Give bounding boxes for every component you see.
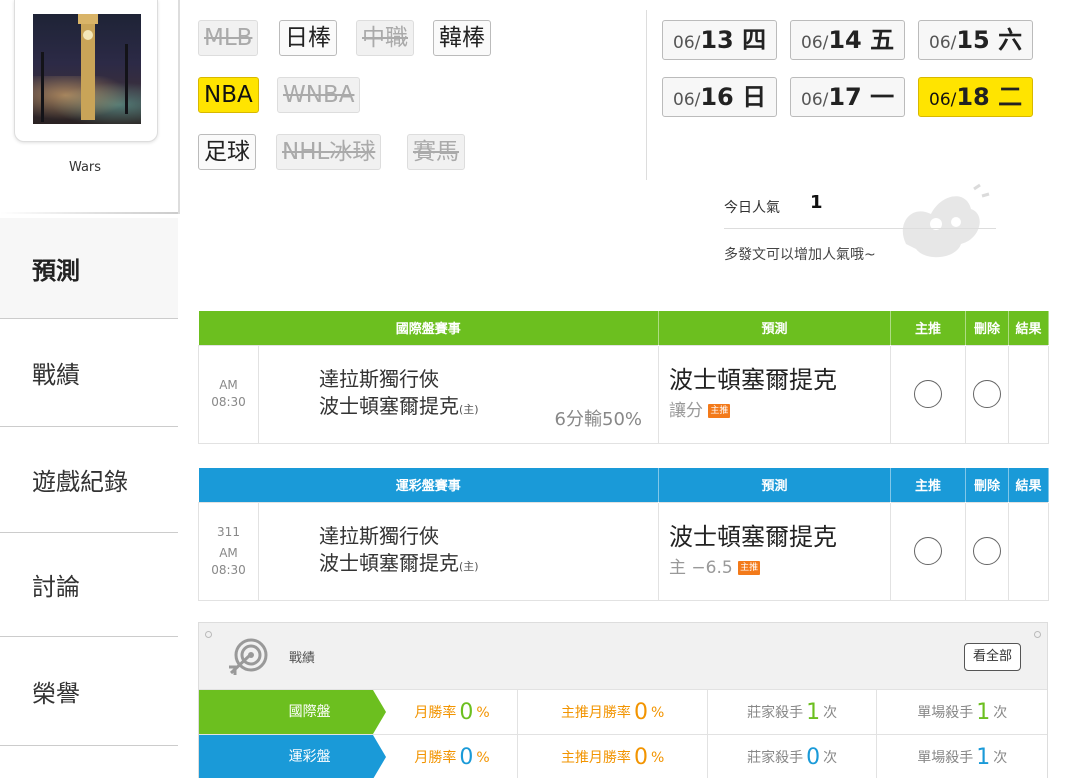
- avatar-card[interactable]: [14, 0, 158, 142]
- single-game-killer: 單場殺手 1 次: [917, 745, 1008, 770]
- main-pick-badge: 主推: [708, 404, 731, 418]
- result-cell: [1008, 501, 1050, 601]
- nav-item-honor[interactable]: 榮譽: [0, 636, 178, 746]
- popularity-divider: [724, 228, 996, 229]
- popularity-value: 1: [810, 192, 823, 213]
- sidebar: Wars 預測 戰績 遊戲紀錄 討論 榮譽: [0, 0, 178, 778]
- nav-item-history[interactable]: 遊戲紀錄: [0, 426, 178, 532]
- league-tag-mlb: MLB: [198, 20, 259, 56]
- nav-item-predict[interactable]: 預測: [0, 218, 178, 318]
- odds-text: 6分輸50%: [554, 408, 643, 430]
- header-prediction: 預測: [658, 311, 892, 345]
- league-tag-nba[interactable]: NBA: [198, 77, 259, 113]
- prediction-cell: 波士頓塞爾提克 主 −6.5 主推: [658, 501, 892, 601]
- view-all-button[interactable]: 看全部: [963, 643, 1021, 671]
- main-pick-cell: [890, 501, 967, 601]
- record-row-label: 國際盤: [199, 690, 386, 734]
- single-game-killer: 單場殺手 1 次: [917, 700, 1008, 725]
- nav-item-discuss[interactable]: 討論: [0, 532, 178, 636]
- header-prediction: 預測: [658, 468, 892, 502]
- main-pick-cell: [890, 344, 967, 444]
- league-tag-soccer[interactable]: 足球: [198, 134, 256, 170]
- record-row-intl: 國際盤 月勝率 0% 主推月勝率 0% 莊家殺手 1 次 單場殺手 1 次: [199, 689, 1047, 734]
- intl-table-header: 國際盤賽事 預測 主推 刪除 結果: [198, 311, 1050, 345]
- record-header: 戰績 看全部: [199, 623, 1047, 689]
- lottery-table-header: 運彩盤賽事 預測 主推 刪除 結果: [198, 468, 1050, 502]
- league-tag-npb[interactable]: 日棒: [279, 20, 337, 56]
- match-teams: 達拉斯獨行俠 波士頓塞爾提克(主): [257, 501, 660, 601]
- record-row-label: 運彩盤: [199, 735, 386, 778]
- record-title: 戰績: [289, 651, 316, 666]
- game-time: 311 AM 08:30: [198, 501, 259, 601]
- date-button-0614[interactable]: 06/14 五: [790, 20, 906, 60]
- record-row-lottery: 運彩盤 月勝率 0% 主推月勝率 0% 莊家殺手 0 次 單場殺手 1 次: [199, 734, 1047, 778]
- match-teams: 達拉斯獨行俠 波士頓塞爾提克(主) 6分輸50%: [257, 344, 660, 444]
- header-delete: 刪除: [965, 468, 1010, 502]
- delete-radio[interactable]: [973, 380, 1002, 408]
- main-monthly-win-rate: 主推月勝率 0%: [518, 735, 708, 778]
- delete-cell: [965, 344, 1010, 444]
- date-button-0613[interactable]: 06/13 四: [662, 20, 778, 60]
- decor-dot: [205, 631, 212, 638]
- league-tag-horse: 賽馬: [407, 134, 465, 170]
- main-pick-radio[interactable]: [914, 537, 943, 565]
- main-pick-badge: 主推: [738, 561, 761, 575]
- username: Wars: [68, 160, 102, 175]
- delete-cell: [965, 501, 1010, 601]
- result-cell: [1008, 344, 1050, 444]
- banker-killer: 莊家殺手 1 次: [708, 690, 878, 734]
- away-team: 達拉斯獨行俠: [319, 366, 439, 391]
- monthly-win-rate: 月勝率 0%: [373, 735, 519, 778]
- header-main-pick: 主推: [890, 311, 967, 345]
- league-tag-cpbl: 中職: [356, 20, 414, 56]
- header-lottery-match: 運彩盤賽事: [198, 468, 660, 502]
- header-delete: 刪除: [965, 311, 1010, 345]
- intl-prediction-table: 國際盤賽事 預測 主推 刪除 結果 AM 08:30 達拉斯獨行俠 波士頓塞爾提克…: [198, 311, 1050, 444]
- header-result: 結果: [1008, 468, 1050, 502]
- popularity-label: 今日人氣: [724, 200, 780, 216]
- popularity-hint: 多發文可以增加人氣哦~: [724, 247, 876, 263]
- main-pick-radio[interactable]: [914, 380, 943, 408]
- header-main-pick: 主推: [890, 468, 967, 502]
- prediction-type: 讓分 主推: [669, 401, 731, 421]
- decor-dot: [1034, 631, 1041, 638]
- date-button-0615[interactable]: 06/15 六: [918, 20, 1034, 60]
- lottery-prediction-table: 運彩盤賽事 預測 主推 刪除 結果 311 AM 08:30 達拉斯獨行俠 波士頓…: [198, 468, 1050, 601]
- table-row: 311 AM 08:30 達拉斯獨行俠 波士頓塞爾提克(主) 波士頓塞爾提克 主 …: [198, 501, 1050, 601]
- mascot-icon: [902, 183, 990, 258]
- league-tag-wnba: WNBA: [277, 77, 361, 113]
- away-team: 達拉斯獨行俠: [319, 523, 439, 548]
- monthly-win-rate: 月勝率 0%: [373, 690, 519, 734]
- banker-killer: 莊家殺手 0 次: [708, 735, 878, 778]
- nav-item-record[interactable]: 戰績: [0, 318, 178, 426]
- delete-radio[interactable]: [973, 537, 1002, 565]
- main-content: MLB 日棒 中職 韓棒 NBA WNBA 足球 NHL冰球 賽馬 06/13 …: [180, 0, 1080, 778]
- predicted-team: 波士頓塞爾提克: [669, 366, 838, 394]
- prediction-cell: 波士頓塞爾提克 讓分 主推: [658, 344, 892, 444]
- date-button-0618[interactable]: 06/18 二: [918, 77, 1034, 117]
- table-row: AM 08:30 達拉斯獨行俠 波士頓塞爾提克(主) 6分輸50% 波士頓塞爾提克…: [198, 344, 1050, 444]
- date-button-0617[interactable]: 06/17 一: [790, 77, 906, 117]
- date-divider: [646, 10, 647, 180]
- header-intl-match: 國際盤賽事: [198, 311, 660, 345]
- record-panel: 戰績 看全部 國際盤 月勝率 0% 主推月勝率 0% 莊家殺手 1 次 單場殺手 1 次 運…: [198, 622, 1048, 778]
- predicted-team: 波士頓塞爾提克: [669, 523, 838, 551]
- league-tag-kbo[interactable]: 韓棒: [433, 20, 491, 56]
- target-icon: [229, 638, 268, 675]
- league-tag-nhl: NHL冰球: [276, 134, 382, 170]
- game-time: AM 08:30: [198, 344, 259, 444]
- home-team: 波士頓塞爾提克(主): [319, 550, 479, 575]
- avatar[interactable]: [33, 14, 141, 124]
- prediction-type: 主 −6.5 主推: [669, 558, 761, 578]
- header-result: 結果: [1008, 311, 1050, 345]
- sidebar-divider: [0, 212, 178, 214]
- date-button-0616[interactable]: 06/16 日: [662, 77, 778, 117]
- main-monthly-win-rate: 主推月勝率 0%: [518, 690, 708, 734]
